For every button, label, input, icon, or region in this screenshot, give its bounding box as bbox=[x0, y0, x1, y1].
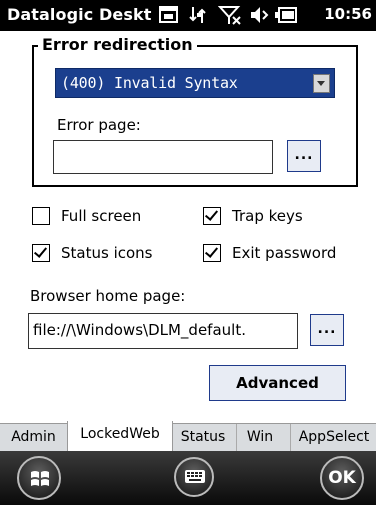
battery-icon[interactable] bbox=[274, 4, 298, 26]
trap-keys-checkbox[interactable] bbox=[203, 207, 221, 225]
tab-appselect[interactable]: AppSelect bbox=[290, 424, 376, 451]
keyboard-button[interactable] bbox=[174, 457, 214, 497]
windows-logo-icon bbox=[29, 468, 51, 494]
error-page-input[interactable] bbox=[53, 140, 273, 174]
error-page-browse-button[interactable]: ... bbox=[287, 140, 321, 172]
connectivity-icon[interactable] bbox=[188, 4, 210, 26]
ellipsis-icon: ... bbox=[294, 147, 314, 163]
error-redirection-legend: Error redirection bbox=[38, 35, 197, 54]
bottom-bar: OK bbox=[0, 451, 376, 505]
start-button[interactable] bbox=[17, 456, 61, 500]
dropdown-arrow-icon[interactable] bbox=[313, 74, 330, 93]
app-title: Datalogic Deskt bbox=[7, 5, 152, 24]
browser-home-page-input[interactable]: file://\Windows\DLM_default. bbox=[28, 313, 298, 349]
full-screen-label: Full screen bbox=[61, 207, 142, 225]
advanced-button-label: Advanced bbox=[236, 374, 319, 392]
window-icon[interactable] bbox=[158, 4, 180, 26]
trap-keys-label: Trap keys bbox=[232, 207, 303, 225]
ellipsis-icon: ... bbox=[317, 321, 337, 337]
keyboard-icon bbox=[184, 469, 206, 489]
status-icons-label: Status icons bbox=[61, 244, 153, 262]
browser-home-page-value: file://\Windows\DLM_default. bbox=[33, 321, 246, 339]
exit-password-label: Exit password bbox=[232, 244, 337, 262]
home-page-browse-button[interactable]: ... bbox=[310, 314, 344, 346]
advanced-button[interactable]: Advanced bbox=[209, 365, 346, 401]
volume-icon[interactable] bbox=[248, 4, 270, 26]
tab-admin[interactable]: Admin bbox=[0, 424, 67, 451]
title-bar: Datalogic Deskt 10:56 bbox=[0, 0, 376, 31]
status-icons-checkbox[interactable] bbox=[32, 244, 50, 262]
ok-button-label: OK bbox=[328, 468, 356, 488]
tab-win[interactable]: Win bbox=[236, 424, 283, 451]
error-code-selected-value: (400) Invalid Syntax bbox=[61, 74, 238, 92]
ok-button[interactable]: OK bbox=[320, 456, 364, 500]
signal-off-icon[interactable] bbox=[217, 4, 242, 26]
error-page-label: Error page: bbox=[57, 116, 141, 134]
browser-home-page-label: Browser home page: bbox=[30, 287, 186, 305]
exit-password-checkbox[interactable] bbox=[203, 244, 221, 262]
tab-lockedweb[interactable]: LockedWeb bbox=[67, 421, 173, 451]
clock[interactable]: 10:56 bbox=[324, 5, 372, 23]
full-screen-checkbox[interactable] bbox=[32, 207, 50, 225]
tab-status[interactable]: Status bbox=[172, 424, 234, 451]
tab-bar: Admin LockedWeb Status Win AppSelect bbox=[0, 421, 376, 452]
error-code-select[interactable]: (400) Invalid Syntax bbox=[55, 68, 335, 98]
